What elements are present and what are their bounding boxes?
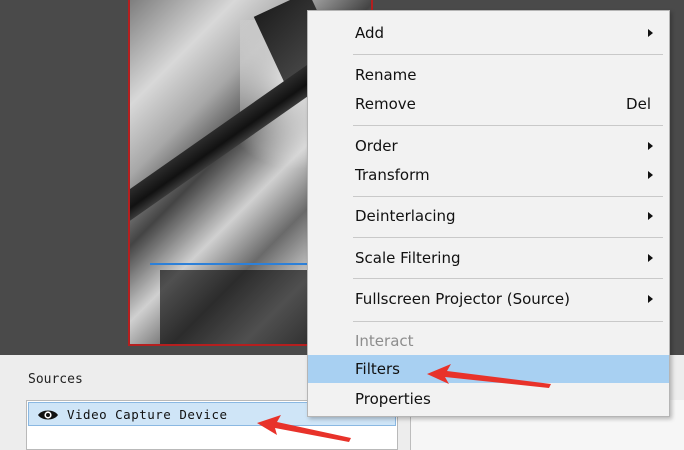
shortcut-label: Del: [626, 95, 651, 113]
menu-separator: [353, 125, 663, 126]
menu-item-rename[interactable]: Rename: [308, 61, 669, 89]
menu-item-remove[interactable]: Remove Del: [308, 90, 669, 118]
menu-item-label: Scale Filtering: [355, 249, 461, 267]
menu-separator: [353, 321, 663, 322]
sources-panel-title: Sources: [28, 372, 83, 387]
annotation-arrow-icon: [427, 364, 551, 388]
menu-item-label: Filters: [355, 360, 400, 378]
eye-icon[interactable]: [37, 407, 59, 421]
alignment-guide: [150, 263, 310, 265]
submenu-arrow-icon: [648, 254, 653, 262]
annotation-arrow-icon: [257, 415, 351, 442]
menu-item-label: Transform: [355, 166, 430, 184]
menu-item-label: Order: [355, 137, 398, 155]
source-item-label: Video Capture Device: [67, 406, 228, 422]
menu-item-label: Rename: [355, 66, 417, 84]
menu-item-label: Deinterlacing: [355, 207, 456, 225]
menu-item-order[interactable]: Order: [308, 132, 669, 160]
menu-separator: [353, 196, 663, 197]
menu-separator: [353, 237, 663, 238]
menu-item-label: Remove: [355, 95, 416, 113]
source-context-menu: Add Rename Remove Del Order Transform De…: [307, 10, 670, 417]
menu-separator: [353, 54, 663, 55]
submenu-arrow-icon: [648, 29, 653, 37]
submenu-arrow-icon: [648, 295, 653, 303]
menu-item-label: Add: [355, 24, 385, 42]
menu-item-label: Properties: [355, 390, 431, 408]
submenu-arrow-icon: [648, 142, 653, 150]
menu-item-deinterlacing[interactable]: Deinterlacing: [308, 202, 669, 230]
menu-item-label: Fullscreen Projector (Source): [355, 290, 570, 308]
submenu-arrow-icon: [648, 212, 653, 220]
menu-item-add[interactable]: Add: [308, 19, 669, 47]
menu-item-scale-filtering[interactable]: Scale Filtering: [308, 244, 669, 272]
menu-item-label: Interact: [355, 332, 414, 350]
menu-item-transform[interactable]: Transform: [308, 161, 669, 189]
menu-item-fullscreen-projector[interactable]: Fullscreen Projector (Source): [308, 285, 669, 313]
submenu-arrow-icon: [648, 171, 653, 179]
menu-item-interact: Interact: [308, 327, 669, 355]
menu-separator: [353, 278, 663, 279]
